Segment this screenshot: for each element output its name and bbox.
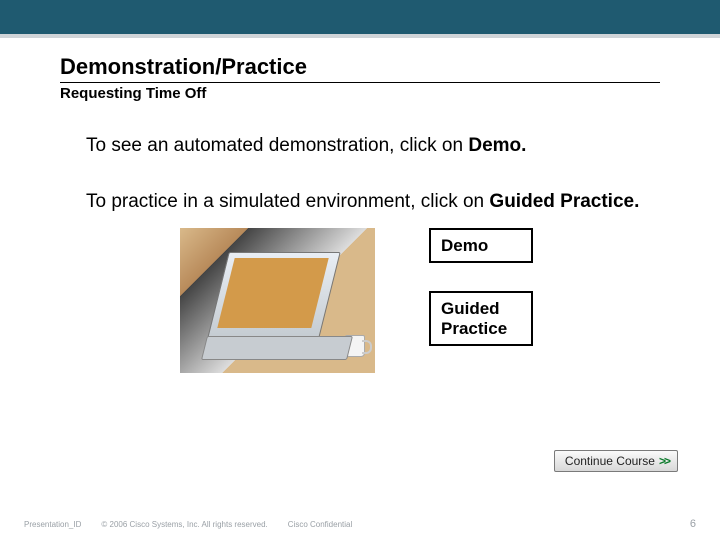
action-buttons: Demo Guided Practice (429, 228, 533, 373)
chevron-right-icon: >> (659, 454, 669, 468)
slide-subtitle: Requesting Time Off (60, 85, 660, 102)
text-bold: Guided Practice. (489, 191, 639, 212)
continue-label: Continue Course (565, 454, 655, 468)
paragraph-guided: To practice in a simulated environment, … (86, 190, 660, 214)
text: To practice in a simulated environment, … (86, 191, 489, 212)
slide-title: Demonstration/Practice (60, 54, 660, 83)
media-row: Demo Guided Practice (60, 228, 660, 373)
laptop-photo (180, 228, 375, 373)
slide-content: Demonstration/Practice Requesting Time O… (0, 38, 720, 373)
page-number: 6 (690, 518, 696, 530)
presentation-id: Presentation_ID (24, 520, 81, 529)
paragraph-demo: To see an automated demonstration, click… (86, 134, 660, 158)
continue-course-button[interactable]: Continue Course >> (554, 450, 678, 472)
demo-button[interactable]: Demo (429, 228, 533, 264)
copyright: © 2006 Cisco Systems, Inc. All rights re… (101, 520, 267, 529)
guided-practice-button[interactable]: Guided Practice (429, 291, 533, 346)
confidential-label: Cisco Confidential (288, 520, 352, 529)
header-bar (0, 0, 720, 38)
footer: Presentation_ID © 2006 Cisco Systems, In… (0, 518, 720, 530)
coffee-cup (345, 335, 365, 357)
text: To see an automated demonstration, click… (86, 135, 468, 156)
laptop-screen (217, 258, 328, 328)
text-bold: Demo. (468, 135, 526, 156)
footer-left: Presentation_ID © 2006 Cisco Systems, In… (24, 520, 352, 529)
